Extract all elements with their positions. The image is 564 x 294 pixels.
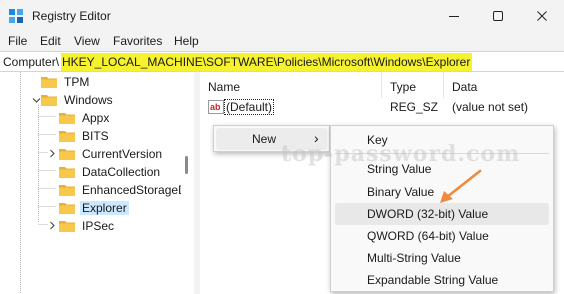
window-title: Registry Editor	[32, 9, 111, 23]
chevron-right-icon[interactable]	[48, 221, 57, 230]
tree-item-windows[interactable]: Windows	[41, 91, 115, 109]
folder-icon	[41, 77, 57, 88]
tree-item-label: TPM	[64, 75, 90, 89]
maximize-button[interactable]	[476, 0, 520, 32]
tree-item-explorer[interactable]: Explorer	[59, 199, 129, 217]
tree-item-label: Windows	[64, 93, 113, 107]
menu-item-label: DWORD (32-bit) Value	[367, 207, 489, 221]
menu-item-multi-string-value[interactable]: Multi-String Value	[335, 247, 549, 269]
column-header-type[interactable]: Type	[382, 72, 444, 98]
menu-help[interactable]: Help	[174, 34, 199, 48]
close-icon	[537, 11, 547, 21]
folder-icon	[59, 203, 75, 214]
value-type: REG_SZ	[390, 100, 439, 114]
menu-item-qword-value[interactable]: QWORD (64-bit) Value	[335, 225, 549, 247]
svg-text:ab: ab	[210, 102, 221, 112]
menu-item-label: String Value	[367, 162, 432, 176]
menu-separator	[335, 153, 549, 154]
folder-icon	[59, 149, 75, 160]
menu-item-label: Key	[367, 133, 388, 147]
menu-file[interactable]: File	[8, 34, 27, 48]
chevron-right-icon[interactable]	[48, 149, 57, 158]
menu-item-label: New	[252, 132, 277, 146]
menu-item-label: QWORD (64-bit) Value	[367, 229, 489, 243]
context-menu: New ›	[213, 125, 330, 152]
tree-item-label: CurrentVersion	[82, 147, 163, 161]
menu-favorites[interactable]: Favorites	[113, 34, 162, 48]
folder-icon	[59, 167, 75, 178]
folder-icon	[41, 95, 57, 106]
tree-item-label: BITS	[82, 129, 109, 143]
column-header-name[interactable]: Name	[200, 72, 382, 98]
menu-item-label: Multi-String Value	[367, 251, 461, 265]
minimize-button[interactable]	[432, 0, 476, 32]
ab-string-icon: ab	[208, 100, 224, 114]
tree-item-label: EnhancedStorageD	[82, 183, 187, 197]
menu-view[interactable]: View	[74, 34, 100, 48]
menu-item-new[interactable]: New ›	[216, 128, 327, 150]
folder-icon	[59, 113, 75, 124]
tree-item-ipsec[interactable]: IPSec	[59, 217, 116, 235]
value-data: (value not set)	[452, 100, 529, 114]
menu-edit[interactable]: Edit	[40, 34, 61, 48]
close-button[interactable]	[520, 0, 564, 32]
minimize-icon	[449, 16, 459, 17]
menu-item-label: Binary Value	[367, 185, 435, 199]
address-prefix: Computer\	[3, 55, 60, 69]
column-header-data[interactable]: Data	[444, 72, 564, 98]
tree-item-label: DataCollection	[82, 165, 161, 179]
folder-icon	[59, 131, 75, 142]
tree-item-enhancedstorage[interactable]: EnhancedStorageD	[59, 181, 189, 199]
folder-icon	[59, 221, 75, 232]
new-submenu: Key String Value Binary Value DWORD (32-…	[330, 125, 554, 292]
maximize-icon	[493, 11, 503, 21]
tree-item-label: Explorer	[80, 201, 129, 215]
address-path: HKEY_LOCAL_MACHINE\SOFTWARE\Policies\Mic…	[61, 53, 473, 71]
value-name: (Default)	[224, 99, 275, 115]
menu-item-label: Expandable String Value	[367, 273, 499, 287]
address-bar[interactable]: Computer\ HKEY_LOCAL_MACHINE\SOFTWARE\Po…	[0, 51, 564, 72]
chevron-down-icon[interactable]	[32, 96, 41, 105]
tree-item-bits[interactable]: BITS	[59, 127, 111, 145]
value-row[interactable]: ab (Default) REG_SZ (value not set)	[200, 98, 564, 116]
menu-bar: File Edit View Favorites Help	[0, 31, 564, 51]
menu-item-key[interactable]: Key	[335, 129, 549, 151]
tree-item-appx[interactable]: Appx	[59, 109, 111, 127]
tree-item-label: IPSec	[82, 219, 115, 233]
annotation-arrow-icon	[440, 169, 482, 203]
key-tree-pane[interactable]: TPM Windows Appx BITS CurrentVersion Dat…	[0, 72, 194, 294]
tree-item-tpm[interactable]: TPM	[41, 73, 91, 91]
menu-item-expandable-string-value[interactable]: Expandable String Value	[335, 269, 549, 291]
tree-scrollbar[interactable]	[181, 72, 194, 294]
tree-item-label: Appx	[82, 111, 110, 125]
tree-scrollbar-thumb[interactable]	[185, 156, 188, 174]
registry-editor-icon	[9, 9, 23, 23]
title-bar: Registry Editor	[0, 0, 564, 32]
tree-item-currentversion[interactable]: CurrentVersion	[59, 145, 164, 163]
folder-icon	[59, 185, 75, 196]
tree-item-datacollection[interactable]: DataCollection	[59, 163, 162, 181]
chevron-right-icon: ›	[314, 130, 319, 146]
